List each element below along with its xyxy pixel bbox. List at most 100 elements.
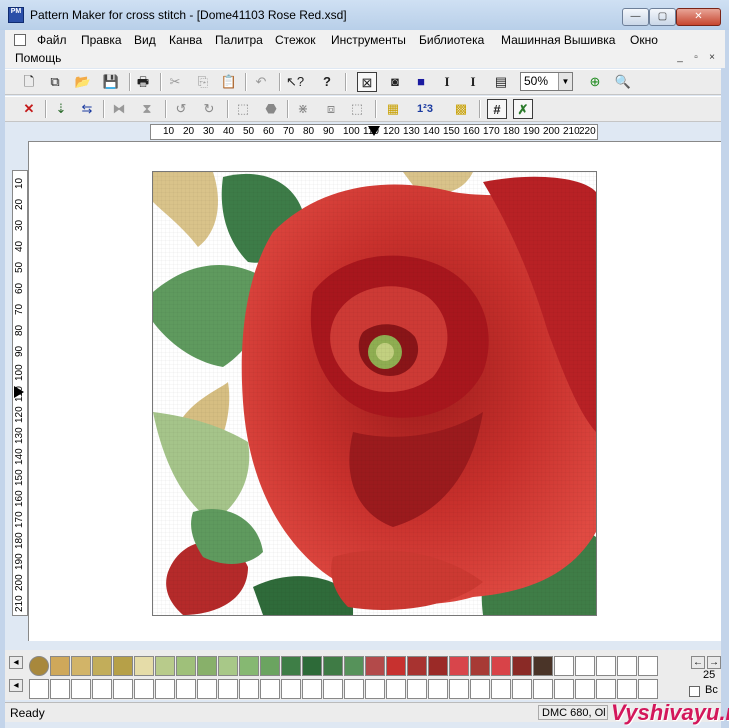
menu-edit[interactable]: Правка [81,33,122,47]
palette-swatch-empty[interactable] [575,656,595,676]
palette-slot-empty[interactable] [596,679,616,699]
palette-slot-empty[interactable] [302,679,322,699]
palette-slot-empty[interactable] [638,679,658,699]
context-help-icon[interactable]: ↖? [285,72,305,92]
color-palette-icon[interactable]: ▦ [383,99,403,119]
menu-window[interactable]: Окно [630,33,658,47]
palette-swatch[interactable] [323,656,343,676]
horizontal-ruler-marker-icon[interactable] [368,126,380,136]
palette-slot-empty[interactable] [29,679,49,699]
menu-stitch[interactable]: Стежок [275,33,316,47]
mdi-minimize-button[interactable]: _ [673,52,687,65]
palette-slot-empty[interactable] [470,679,490,699]
select-area-icon[interactable]: ⬚ [233,99,253,119]
palette-swatch[interactable] [365,656,385,676]
palette-swatch-empty[interactable] [638,656,658,676]
undo-icon[interactable]: ↶ [251,72,271,92]
palette-swatch[interactable] [50,656,70,676]
palette-slot-empty[interactable] [239,679,259,699]
vertical-ruler-marker-icon[interactable] [14,386,24,398]
palette-slot-empty[interactable] [407,679,427,699]
palette-swatch-selected[interactable] [29,656,49,676]
fit-to-window-icon[interactable]: ⊕ [585,72,605,92]
zoom-tool-icon[interactable]: 🔍 [613,72,633,92]
flip-horizontal-icon[interactable]: ⧓ [109,99,129,119]
color-view-icon[interactable]: ■ [411,72,431,92]
palette-slot-empty[interactable] [176,679,196,699]
open-folder-icon[interactable]: 📂 [73,72,93,92]
move-down-icon[interactable]: ⇣ [51,99,71,119]
delete-icon[interactable]: ✕ [19,99,39,119]
palette-slot-empty[interactable] [323,679,343,699]
legend-icon[interactable]: ▤ [491,72,511,92]
palette-slot-empty[interactable] [134,679,154,699]
palette-swatch[interactable] [386,656,406,676]
palette-swatch[interactable] [176,656,196,676]
select-all-icon[interactable]: ⬚ [347,99,367,119]
backstitch-icon[interactable]: ▩ [451,99,471,119]
palette-slot-empty[interactable] [155,679,175,699]
flip-vertical-icon[interactable]: ⧗ [137,99,157,119]
palette-scroll-left-icon[interactable]: ← [691,656,705,669]
copy-icon[interactable]: ⎘ [193,72,213,92]
palette-slot-empty[interactable] [344,679,364,699]
palette-slot-empty[interactable] [71,679,91,699]
palette-swatch-empty[interactable] [617,656,637,676]
palette-slot-empty[interactable] [617,679,637,699]
swap-icon[interactable]: ⇆ [77,99,97,119]
transform-icon[interactable]: ⬣ [261,99,281,119]
palette-slot-empty[interactable] [92,679,112,699]
backstitch-checkbox[interactable] [689,686,700,697]
palette-swatch[interactable] [92,656,112,676]
palette-swatch[interactable] [344,656,364,676]
paste-icon[interactable]: 📋 [219,72,239,92]
mdi-close-button[interactable]: × [705,52,719,65]
menu-palette[interactable]: Палитра [215,33,263,47]
palette-swatch[interactable] [218,656,238,676]
palette-swatch[interactable] [428,656,448,676]
menu-library[interactable]: Библиотека [419,33,484,47]
palette-swatch[interactable] [512,656,532,676]
menu-tools[interactable]: Инструменты [331,33,406,47]
palette-scroll-right-icon[interactable]: → [707,656,721,669]
palette-swatch[interactable] [155,656,175,676]
zoom-select[interactable]: 50% ▼ [520,72,573,91]
rotate-left-icon[interactable]: ↺ [171,99,191,119]
palette-swatch[interactable] [260,656,280,676]
palette-slot-empty[interactable] [50,679,70,699]
new-pattern-icon[interactable]: ⧉ [45,72,65,92]
print-icon[interactable]: 🖶 [133,72,153,92]
palette-slot-empty[interactable] [554,679,574,699]
full-stitch-icon[interactable]: ⊠ [357,72,377,92]
document-icon[interactable] [14,34,26,46]
palette-swatch[interactable] [407,656,427,676]
palette-swatch[interactable] [113,656,133,676]
palette-slot-empty[interactable] [386,679,406,699]
numbering-icon[interactable]: 1²3 [415,99,435,119]
help-icon[interactable]: ? [317,72,337,92]
palette-slot-empty[interactable] [575,679,595,699]
palette-scroll-left-icon[interactable]: ◂ [9,679,23,692]
rotate-right-icon[interactable]: ↻ [199,99,219,119]
palette-slot-empty[interactable] [365,679,385,699]
center-icon[interactable]: ⧈ [321,99,341,119]
text-tool-icon[interactable]: I [437,72,457,92]
palette-swatch[interactable] [302,656,322,676]
chevron-down-icon[interactable]: ▼ [558,73,572,90]
text-style-icon[interactable]: I [463,72,483,92]
palette-swatch[interactable] [197,656,217,676]
palette-slot-empty[interactable] [218,679,238,699]
cross-stitch-pattern[interactable] [152,171,597,616]
palette-slot-empty[interactable] [449,679,469,699]
palette-swatch-empty[interactable] [596,656,616,676]
palette-swatch[interactable] [239,656,259,676]
mirror-icon[interactable]: ⋇ [293,99,313,119]
menu-machine-embroidery[interactable]: Машинная Вышивка [501,33,615,47]
palette-swatch[interactable] [491,656,511,676]
palette-swatch[interactable] [281,656,301,676]
palette-slot-empty[interactable] [113,679,133,699]
palette-slot-empty[interactable] [512,679,532,699]
app-logo-icon[interactable]: PM [8,7,24,23]
save-icon[interactable]: 💾 [101,72,121,92]
close-button[interactable]: ✕ [676,8,721,26]
